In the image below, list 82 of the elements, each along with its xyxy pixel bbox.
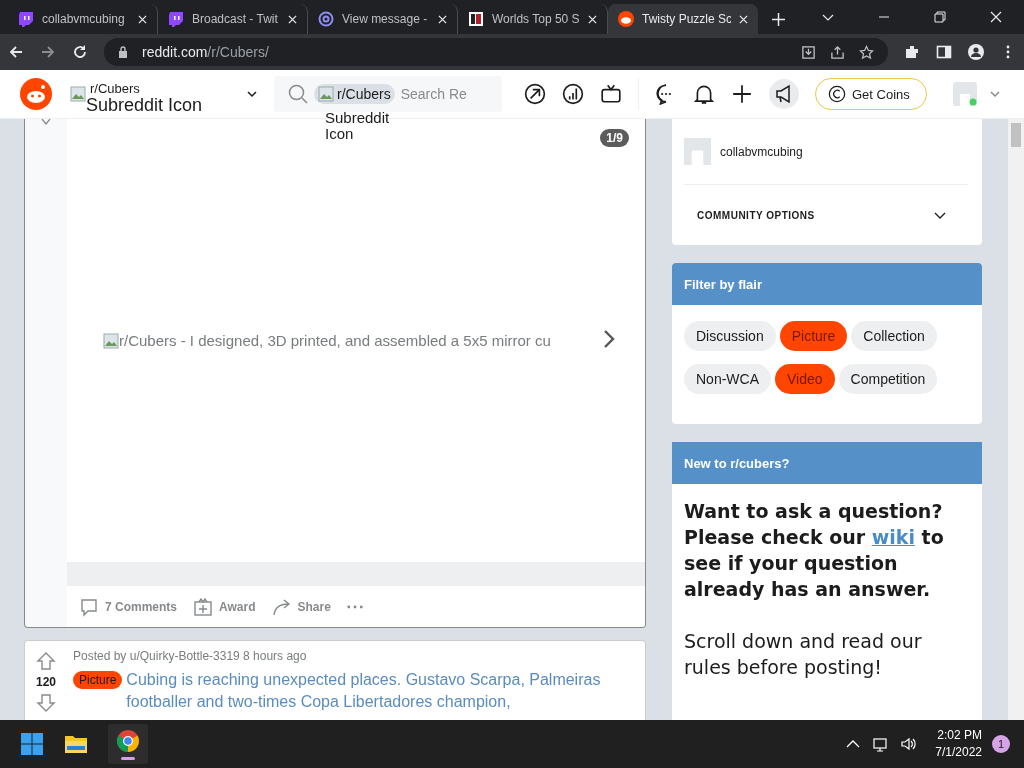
vote-count: 120 xyxy=(36,675,56,689)
close-icon[interactable] xyxy=(739,14,748,24)
broken-image-icon xyxy=(318,86,334,102)
image-alt-text: r/Cubers - I designed, 3D printed, and assembled a 5x5 mirror cu xyxy=(119,332,552,349)
get-coins-button[interactable]: Get Coins xyxy=(815,78,927,110)
card-header: Filter by flair xyxy=(672,263,982,305)
coin-icon xyxy=(828,85,846,103)
image-counter: 1/9 xyxy=(600,129,629,147)
megaphone-icon[interactable] xyxy=(769,79,799,109)
twitch-icon xyxy=(18,11,34,27)
flair-tag[interactable]: Picture xyxy=(73,671,123,689)
lock-icon xyxy=(118,46,128,58)
side-panel-icon[interactable] xyxy=(936,44,952,60)
forward-icon[interactable] xyxy=(40,44,56,60)
comments-button[interactable]: 7 Comments xyxy=(75,592,182,621)
scrollbar[interactable] xyxy=(1008,119,1024,720)
plus-icon[interactable] xyxy=(731,83,753,105)
share-button[interactable]: Share xyxy=(267,592,335,621)
card-header: New to r/cubers? xyxy=(672,442,982,484)
post-title[interactable]: Cubing is reaching unexpected places. Gustavo Scarpa, Palmeiras footballer and two-times Copa Libertadores champion, xyxy=(126,669,617,713)
browser-icon xyxy=(116,728,140,753)
flair-filter[interactable]: Collection xyxy=(851,321,937,351)
search-bar[interactable]: r/Cubers Search Re xyxy=(274,76,502,112)
clock[interactable]: 2:02 PM 7/1/2022 xyxy=(935,727,982,761)
avatar-icon xyxy=(952,82,977,106)
caret-icon xyxy=(246,88,258,100)
close-icon[interactable] xyxy=(288,14,297,24)
address-bar[interactable]: reddit.com/r/Cubers/ xyxy=(104,38,888,66)
at-sign-icon xyxy=(318,11,334,27)
wiki-link[interactable]: wiki xyxy=(871,526,915,548)
twitch-icon xyxy=(168,11,184,27)
gift-icon xyxy=(193,596,214,617)
close-icon[interactable] xyxy=(438,14,447,24)
tv-icon[interactable] xyxy=(600,83,622,105)
close-icon[interactable] xyxy=(588,14,597,24)
search-input[interactable]: Search Re xyxy=(400,86,473,102)
flair-filter[interactable]: Non-WCA xyxy=(684,364,771,394)
award-button[interactable]: Award xyxy=(189,592,260,621)
upvote-icon[interactable] xyxy=(36,651,56,671)
more-icon xyxy=(346,604,363,609)
avatar-icon xyxy=(684,138,711,166)
close-icon[interactable] xyxy=(990,11,1002,23)
image-alt-text: Subreddit Icon xyxy=(325,110,391,142)
post-byline: Posted by u/Quirky-Bottle-3319 8 hours ago xyxy=(73,649,308,663)
flair-filter[interactable]: Discussion xyxy=(684,321,776,351)
extensions-icon[interactable] xyxy=(904,44,920,60)
rules-note: Scroll down and read our rules before posting! xyxy=(684,629,923,680)
restore-icon[interactable] xyxy=(934,11,946,23)
image-alt-text: Subreddit Icon xyxy=(86,95,203,115)
close-icon[interactable] xyxy=(138,14,147,24)
profile-icon[interactable] xyxy=(968,44,984,60)
broken-image-icon xyxy=(70,86,86,102)
upvote-icon[interactable] xyxy=(41,119,51,125)
reload-icon[interactable] xyxy=(72,44,88,60)
start-icon[interactable] xyxy=(20,732,44,756)
url-text: reddit.com/r/Cubers/ xyxy=(142,44,269,60)
broken-image-icon xyxy=(103,332,119,349)
browser-tab[interactable]: Twisty Puzzle Sc xyxy=(608,4,758,34)
comment-icon xyxy=(79,596,99,617)
downvote-icon[interactable] xyxy=(36,693,56,713)
star-icon[interactable] xyxy=(859,44,874,60)
flair-filter[interactable]: Competition xyxy=(838,364,938,394)
search-icon xyxy=(288,84,308,104)
community-dropdown[interactable]: r/Cubers Subreddit Icon xyxy=(70,74,258,114)
caret-icon xyxy=(988,88,1001,100)
volume-icon[interactable] xyxy=(901,736,918,752)
back-icon[interactable] xyxy=(8,44,24,60)
bell-icon[interactable] xyxy=(693,83,715,105)
new-tab-icon[interactable] xyxy=(772,13,785,26)
reddit-logo-icon[interactable] xyxy=(20,78,52,110)
notification-badge[interactable]: 1 xyxy=(992,735,1010,753)
network-icon[interactable] xyxy=(873,736,890,752)
install-icon[interactable] xyxy=(801,44,816,60)
bar-chart-icon[interactable] xyxy=(562,83,584,105)
welcome-question: Want to ask a question? Please check our wiki to see if your question already has an answer. xyxy=(684,499,945,602)
username[interactable]: collabvmcubing xyxy=(720,144,803,159)
community-options-toggle[interactable]: COMMUNITY OPTIONS xyxy=(684,185,970,245)
share-icon[interactable] xyxy=(830,44,845,60)
community-chip[interactable]: r/Cubers xyxy=(314,84,395,104)
site-logo-icon xyxy=(468,11,484,27)
taskbar-app[interactable] xyxy=(108,724,148,764)
reddit-icon xyxy=(618,11,634,27)
